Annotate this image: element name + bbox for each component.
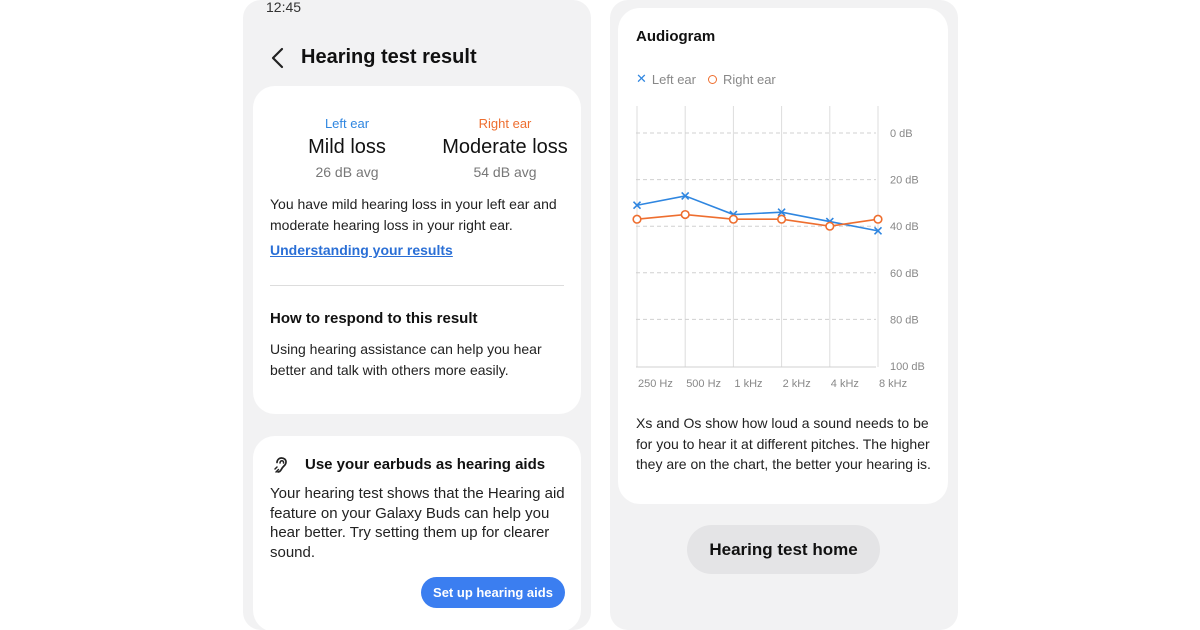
right-ear-point [873,214,883,224]
x-tick-label: 500 Hz [686,378,721,390]
right-ear-result: Right ear Moderate loss 54 dB avg [423,116,587,180]
result-card: Left ear Mild loss 26 dB avg Right ear M… [253,86,581,414]
series-line-left-ear [636,195,879,232]
audiogram-card: Audiogram ✕ Left ear Right ear 0 dB 20 dB… [618,8,948,504]
left-ear-loss: Mild loss [308,136,386,158]
page-title: Hearing test result [301,46,477,68]
earbuds-card: Use your earbuds as hearing aids Your he… [253,436,581,630]
y-tick-label: 0 dB [890,128,913,140]
result-summary: You have mild hearing loss in your left … [270,196,557,233]
y-tick-label: 80 dB [890,314,919,326]
earbuds-card-title: Use your earbuds as hearing aids [305,456,546,473]
back-button[interactable] [265,45,291,71]
ear-icon [272,456,292,476]
right-ear-loss: Moderate loss [442,136,568,158]
earbuds-card-text: Your hearing test shows that the Hearing… [270,485,565,561]
respond-title: How to respond to this result [270,310,478,327]
left-ear-result: Left ear Mild loss 26 dB avg [265,116,429,180]
y-tick-label: 20 dB [890,175,919,187]
chevron-left-icon [271,47,284,69]
left-ear-label: Left ear [324,116,370,131]
right-ear-avg: 54 dB avg [473,164,537,180]
x-tick-label: 2 kHz [783,378,811,390]
audiogram-description: Xs and Os show how loud a sound needs to… [636,415,931,472]
series-line-right-ear [636,213,879,228]
right-ear-point [825,221,835,231]
x-tick-label: 250 Hz [638,378,673,390]
respond-text: Using hearing assistance can help you he… [270,341,542,378]
right-ear-label: Right ear [478,116,532,131]
audiogram-chart: 0 dB 20 dB 40 dB 60 dB 80 dB 100 dB 250 Hz 500 … [632,106,925,390]
right-ear-point [680,209,690,220]
y-tick-label: 100 dB [890,361,925,373]
right-ear-point [777,214,787,224]
audiogram-screen: Audiogram ✕ Left ear Right ear 0 dB 20 dB… [610,0,958,630]
header: Hearing test result [243,38,591,78]
status-time: 12:45 [266,0,302,15]
x-tick-label: 4 kHz [831,378,859,390]
x-tick-label: 1 kHz [734,378,762,390]
hearing-test-home-button[interactable]: Hearing test home [687,525,880,574]
y-tick-label: 60 dB [890,268,919,280]
setup-hearing-aids-button[interactable]: Set up hearing aids [421,577,565,608]
understanding-results-link[interactable]: Understanding your results [270,242,453,258]
right-ear-point [632,214,642,224]
left-ear-avg: 26 dB avg [315,164,379,180]
right-ear-point [728,214,738,224]
y-tick-label: 40 dB [890,221,919,233]
x-tick-label: 8 kHz [879,378,907,390]
result-screen: 12:45 Hearing test result Left ear Mild … [243,0,591,630]
divider [270,285,564,286]
